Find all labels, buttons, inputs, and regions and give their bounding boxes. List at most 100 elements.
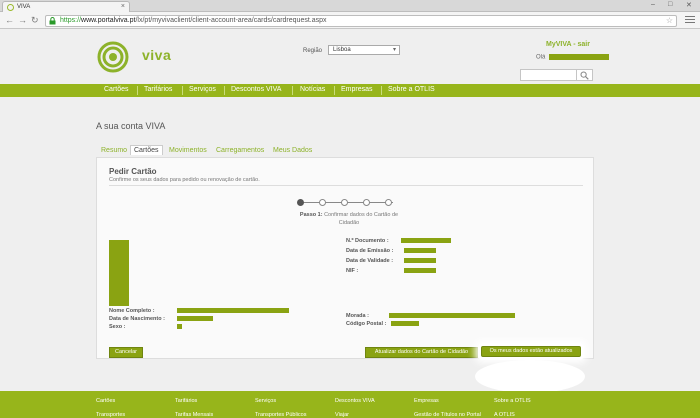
greeting-label: Olá: [536, 54, 546, 61]
footer-link[interactable]: Viajar: [335, 412, 349, 418]
nav-item-sobre[interactable]: Sobre a OTLIS: [388, 86, 435, 93]
maximize-icon[interactable]: □: [668, 1, 672, 8]
redacted-value: [404, 268, 436, 273]
redacted-value: [404, 258, 436, 263]
step-dot: [319, 199, 326, 206]
tab-cartoes[interactable]: Cartões: [130, 145, 163, 155]
region-label: Região: [303, 48, 323, 54]
footer-link[interactable]: Tarifários: [175, 398, 197, 404]
step-label: Passo 1:: [299, 212, 323, 218]
search-input[interactable]: [520, 69, 577, 81]
data-up-to-date-button[interactable]: Os meus dados estão atualizados: [481, 346, 581, 357]
card-request-panel: Pedir Cartão Confirme os seus dados para…: [96, 157, 594, 359]
field-label-nif: NIF :: [346, 268, 359, 274]
search-button[interactable]: [577, 69, 593, 81]
url-scheme: https://: [60, 17, 82, 24]
highlight-spot: [475, 360, 585, 393]
chevron-down-icon: ▾: [392, 47, 396, 53]
step-dot: [385, 199, 392, 206]
url-host: www.portalviva.pt: [81, 17, 136, 24]
nav-item-tarifarios[interactable]: Tarifários: [144, 86, 172, 93]
bookmark-star-icon[interactable]: ☆: [666, 16, 673, 26]
footer-link[interactable]: Gestão de Títulos no Portal: [414, 412, 481, 418]
progress-stepper: [297, 198, 397, 208]
field-label-morada: Morada :: [346, 313, 369, 319]
redacted-value: [401, 238, 451, 243]
panel-subtitle: Confirme os seus dados para pedido ou re…: [109, 177, 260, 183]
address-toolbar: ← → ↻ https://www.portalviva.pt/lx/pt/my…: [0, 12, 700, 29]
footer-link[interactable]: Cartões: [96, 398, 115, 404]
step-dot: [341, 199, 348, 206]
footer-link[interactable]: Tarifas Mensais: [175, 412, 213, 418]
panel-title: Pedir Cartão: [109, 167, 157, 176]
footer-link[interactable]: Transportes Públicos: [255, 412, 306, 418]
browser-titlebar: VIVA × – □ ✕: [0, 0, 700, 12]
step-dot-current: [297, 199, 304, 206]
field-label-nascimento: Data de Nascimento :: [109, 316, 165, 322]
nav-item-cartoes[interactable]: Cartões: [104, 86, 129, 93]
footer-link[interactable]: Transportes: [96, 412, 125, 418]
url-path: /lx/pt/myvivaclient/client-account-area/…: [135, 17, 327, 24]
forward-icon[interactable]: →: [18, 15, 27, 25]
footer-link[interactable]: Empresas: [414, 398, 439, 404]
back-icon[interactable]: ←: [5, 15, 14, 25]
field-label-nome: Nome Completo :: [109, 308, 155, 314]
tab-carregamentos[interactable]: Carregamentos: [216, 147, 264, 154]
nav-divider: [292, 86, 293, 95]
update-citizen-card-button[interactable]: Atualizar dados do Cartão de Cidadão: [365, 347, 478, 358]
field-label-documento: N.º Documento :: [346, 238, 389, 244]
region-select[interactable]: Lisboa ▾: [328, 45, 400, 55]
footer-link[interactable]: Descontos VIVA: [335, 398, 375, 404]
nav-item-empresas[interactable]: Empresas: [341, 86, 373, 93]
tab-close-icon[interactable]: ×: [121, 3, 125, 10]
footer: Cartões Transportes Tarifários Tarifas M…: [0, 391, 700, 418]
nav-divider: [381, 86, 382, 95]
nav-item-descontos[interactable]: Descontos VIVA: [231, 86, 281, 93]
page: viva Região Lisboa ▾ MyVIVA - sair Olá C…: [0, 29, 700, 418]
field-label-sexo: Sexo :: [109, 324, 126, 330]
citizen-photo-redacted: [109, 240, 129, 306]
footer-link[interactable]: A OTLIS: [494, 412, 515, 418]
url-bar[interactable]: https://www.portalviva.pt/lx/pt/myvivacl…: [45, 15, 677, 27]
nav-divider: [334, 86, 335, 95]
myviva-logout-link[interactable]: MyVIVA - sair: [546, 41, 590, 48]
step-dot: [363, 199, 370, 206]
step-text: Confirmar dados do Cartão de Cidadão: [324, 212, 399, 226]
cancel-button[interactable]: Cancelar: [109, 347, 143, 358]
browser-tab[interactable]: VIVA ×: [2, 1, 130, 12]
nav-divider: [224, 86, 225, 95]
tab-meus-dados[interactable]: Meus Dados: [273, 147, 312, 154]
lock-icon: [49, 17, 56, 25]
redacted-value: [177, 308, 289, 313]
tab-movimentos[interactable]: Movimentos: [169, 147, 207, 154]
field-label-validade: Data de Validade :: [346, 258, 394, 264]
step-caption: Passo 1: Confirmar dados do Cartão de Ci…: [289, 211, 409, 227]
field-label-emissao: Data de Emissão :: [346, 248, 394, 254]
search-icon: [580, 71, 589, 80]
page-title: A sua conta VIVA: [96, 121, 166, 131]
footer-link[interactable]: Serviços: [255, 398, 276, 404]
browser-menu-icon[interactable]: [685, 16, 695, 25]
reload-icon[interactable]: ↻: [31, 15, 39, 25]
logo-text: viva: [142, 47, 172, 63]
nav-item-noticias[interactable]: Notícias: [300, 86, 325, 93]
close-window-icon[interactable]: ✕: [686, 1, 692, 9]
redacted-value: [177, 324, 182, 329]
footer-link[interactable]: Sobre a OTLIS: [494, 398, 531, 404]
nav-item-servicos[interactable]: Serviços: [189, 86, 216, 93]
divider: [109, 185, 583, 186]
redacted-username: [549, 54, 610, 60]
redacted-value: [391, 321, 419, 326]
redacted-value: [389, 313, 515, 318]
redacted-value: [404, 248, 436, 253]
redacted-value: [177, 316, 213, 321]
tab-title: VIVA: [17, 4, 31, 10]
nav-divider: [182, 86, 183, 95]
viva-favicon-icon: [7, 4, 14, 11]
region-value: Lisboa: [333, 47, 351, 53]
main-nav: Cartões Tarifários Serviços Descontos VI…: [0, 84, 700, 97]
minimize-icon[interactable]: –: [651, 1, 655, 8]
tab-resumo[interactable]: Resumo: [101, 147, 127, 154]
nav-divider: [137, 86, 138, 95]
greeting: Olá: [536, 54, 610, 61]
